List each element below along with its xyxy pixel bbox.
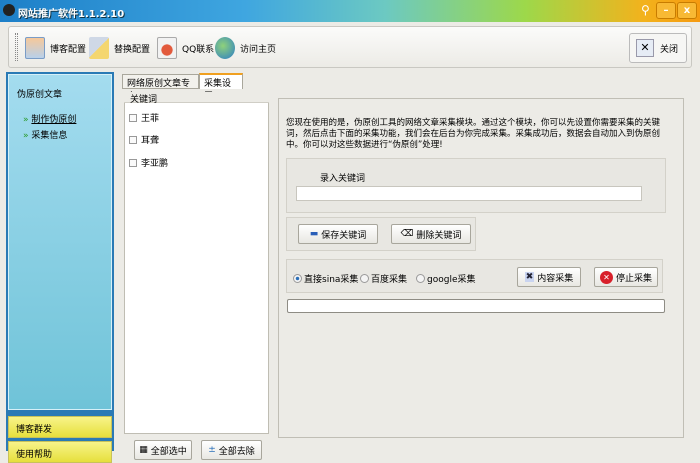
- select-all-icon: ▦: [139, 445, 148, 455]
- label: 采集信息: [31, 131, 68, 141]
- label: 王菲: [141, 114, 160, 124]
- label: 内容采集: [537, 273, 574, 284]
- label: 关闭: [660, 44, 679, 55]
- blog-config-button[interactable]: 博客配置: [25, 35, 86, 61]
- label: 制作伪原创: [31, 115, 77, 125]
- stop-collect-button[interactable]: ✕ 停止采集: [594, 267, 658, 287]
- keyword-item[interactable]: 李亚鹏: [129, 156, 168, 169]
- sidebar-section-title: 伪原创文章: [17, 90, 63, 100]
- toolbar: 博客配置 替换配置 QQ联系 访问主页 ✕ 关闭: [8, 26, 692, 68]
- label: 替换配置: [114, 44, 151, 55]
- checkbox[interactable]: [129, 113, 137, 122]
- select-all-button[interactable]: ▦ 全部选中: [134, 440, 192, 460]
- keyword-input-group: 录入关键词: [286, 158, 666, 213]
- keyword-input[interactable]: [296, 186, 642, 201]
- close-window-button[interactable]: x: [677, 2, 697, 19]
- stop-icon: ✕: [599, 270, 613, 284]
- sidebar-item-make-pseudo[interactable]: » 制作伪原创: [23, 112, 76, 125]
- tab-original-article-expert[interactable]: 网络原创文章专家: [122, 74, 199, 102]
- remove-all-button[interactable]: ± 全部去除: [201, 440, 262, 460]
- radio-button[interactable]: [293, 274, 302, 283]
- globe-icon: [215, 37, 235, 59]
- label: 百度采集: [371, 275, 408, 285]
- label: 直接sina采集: [304, 275, 359, 285]
- radio-baidu[interactable]: 百度采集: [360, 272, 407, 285]
- delete-keyword-button[interactable]: ⌫ 删除关键词: [391, 224, 471, 244]
- label: google采集: [427, 275, 476, 285]
- keyword-item[interactable]: 耳聋: [129, 133, 159, 146]
- toolbar-grip: [15, 33, 18, 61]
- sidebar-panel: 伪原创文章 » 制作伪原创 » 采集信息: [8, 74, 112, 410]
- sidebar-blog-broadcast[interactable]: 博客群发: [8, 416, 112, 438]
- keyword-list-header: 关键词: [124, 92, 269, 105]
- label: 停止采集: [615, 273, 652, 284]
- bullet-icon: »: [23, 131, 29, 141]
- sidebar-item-collect-info[interactable]: » 采集信息: [23, 128, 67, 141]
- search-icon[interactable]: ⚲: [641, 3, 653, 17]
- label: 保存关键词: [321, 230, 367, 241]
- close-icon: ✕: [636, 39, 654, 57]
- radio-sina[interactable]: 直接sina采集: [293, 272, 358, 285]
- radio-google[interactable]: google采集: [416, 272, 475, 285]
- sidebar: 伪原创文章 » 制作伪原创 » 采集信息 博客群发 使用帮助: [6, 72, 114, 463]
- label: 李亚鹏: [141, 159, 169, 169]
- label: 博客配置: [50, 44, 87, 55]
- replace-config-icon: [89, 37, 109, 59]
- label: 访问主页: [240, 44, 277, 55]
- label: QQ联系: [182, 44, 215, 55]
- radio-button[interactable]: [416, 274, 425, 283]
- keyword-actions-group: ▬ 保存关键词 ⌫ 删除关键词: [286, 217, 476, 251]
- keyword-item[interactable]: 王菲: [129, 111, 159, 124]
- keyword-list[interactable]: 王菲 耳聋 李亚鹏: [124, 92, 269, 434]
- window-title: 网站推广软件1.1.2.10: [18, 9, 125, 20]
- progress-bar: [287, 299, 665, 313]
- app-icon: [3, 4, 15, 16]
- label: 全部选中: [150, 446, 187, 457]
- qq-contact-button[interactable]: QQ联系: [157, 35, 214, 61]
- eraser-icon: ⌫: [400, 229, 414, 239]
- checkbox[interactable]: [129, 158, 137, 167]
- content-collect-button[interactable]: ✖ 内容采集: [517, 267, 581, 287]
- label: 耳聋: [141, 136, 160, 146]
- radio-button[interactable]: [360, 274, 369, 283]
- title-bar: 网站推广软件1.1.2.10 ⚲ – x: [0, 0, 700, 22]
- label: 删除关键词: [416, 230, 462, 241]
- save-keyword-button[interactable]: ▬ 保存关键词: [298, 224, 378, 244]
- collect-options-group: 直接sina采集 百度采集 google采集 ✖ 内容采集 ✕ 停止采集: [286, 259, 663, 293]
- replace-config-button[interactable]: 替换配置: [89, 35, 150, 61]
- minimize-button[interactable]: –: [656, 2, 676, 19]
- qq-contact-icon: [157, 37, 177, 59]
- label: 全部去除: [218, 446, 255, 457]
- checkbox[interactable]: [129, 135, 137, 144]
- collect-settings-panel: 您现在使用的是，伪原创工具的网络文章采集模块。通过这个模块，你可以先设置你需要采…: [278, 98, 684, 438]
- tab-collect-settings[interactable]: 采集设置: [199, 73, 243, 102]
- bullet-icon: »: [23, 115, 29, 125]
- visit-homepage-button[interactable]: 访问主页: [215, 35, 276, 61]
- collect-icon: ✖: [524, 272, 535, 282]
- remove-all-icon: ±: [208, 445, 216, 455]
- sidebar-help[interactable]: 使用帮助: [8, 441, 112, 463]
- close-button[interactable]: ✕ 关闭: [629, 33, 687, 63]
- description-text: 您现在使用的是，伪原创工具的网络文章采集模块。通过这个模块，你可以先设置你需要采…: [286, 118, 661, 150]
- save-icon: ▬: [309, 229, 319, 239]
- keyword-input-label: 录入关键词: [320, 174, 366, 184]
- blog-config-icon: [25, 37, 45, 59]
